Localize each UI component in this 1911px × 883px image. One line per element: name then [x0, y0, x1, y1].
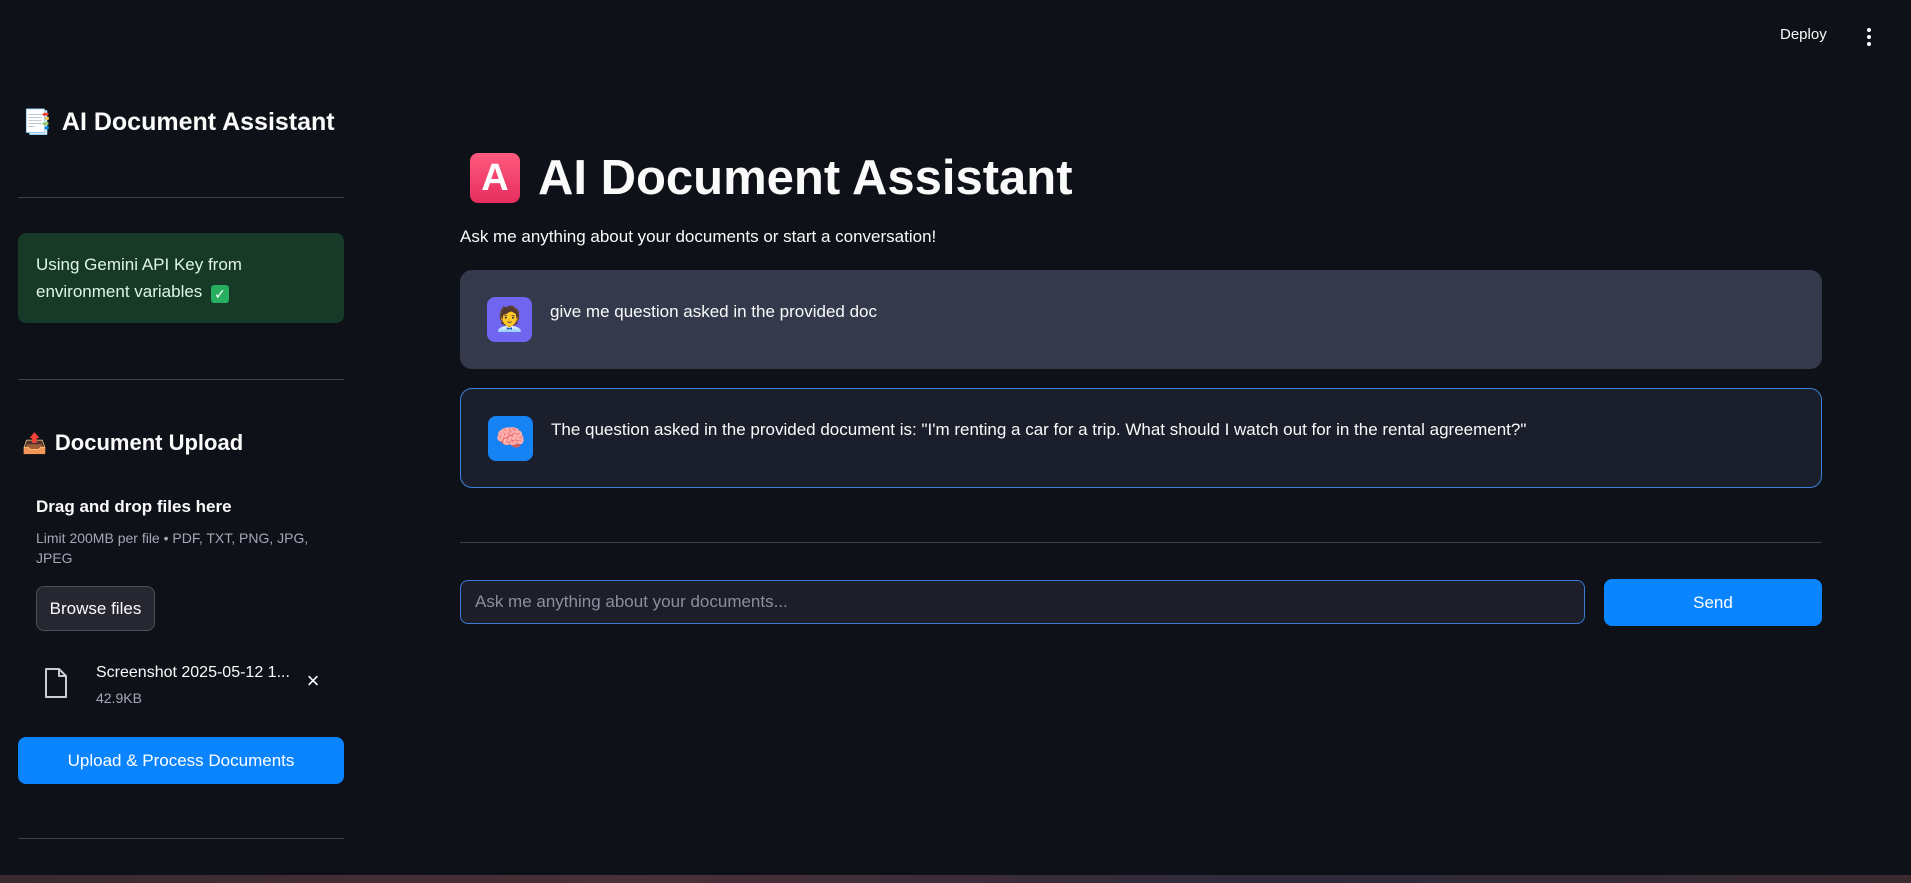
app-root: 📑 AI Document Assistant Using Gemini API… — [0, 0, 1911, 883]
brain-avatar-icon: 🧠 — [488, 416, 533, 461]
document-icon: 📑 — [22, 109, 52, 136]
divider — [460, 542, 1822, 543]
user-avatar-icon: 🧑‍💼 — [487, 297, 532, 342]
page-title: A AI Document Assistant — [470, 150, 1073, 206]
upload-section-title-text: Document Upload — [54, 430, 244, 455]
browse-files-button[interactable]: Browse files — [36, 586, 155, 631]
send-button[interactable]: Send — [1604, 579, 1822, 626]
divider — [18, 379, 344, 380]
uploaded-file-item: Screenshot 2025-05-12 1... 42.9KB × — [36, 660, 336, 712]
chat-input[interactable] — [460, 580, 1585, 624]
dropzone-limit-text: Limit 200MB per file • PDF, TXT, PNG, JP… — [36, 530, 309, 566]
sidebar: 📑 AI Document Assistant Using Gemini API… — [0, 0, 362, 883]
page-subtitle: Ask me anything about your documents or … — [460, 227, 937, 246]
vertical-ellipsis-icon[interactable] — [1862, 26, 1876, 48]
sidebar-title: 📑 AI Document Assistant — [22, 108, 335, 137]
chat-message-text: The question asked in the provided docum… — [551, 420, 1527, 439]
upload-process-button[interactable]: Upload & Process Documents — [18, 737, 344, 784]
check-icon: ✓ — [211, 285, 230, 303]
outbox-icon: 📤 — [22, 432, 47, 455]
divider — [18, 838, 344, 839]
sidebar-title-text: AI Document Assistant — [61, 108, 335, 136]
chat-message-text: give me question asked in the provided d… — [550, 302, 877, 321]
divider — [18, 197, 344, 198]
file-name: Screenshot 2025-05-12 1... — [96, 664, 290, 681]
upload-section-title: 📤 Document Upload — [22, 430, 243, 456]
dropzone-label[interactable]: Drag and drop files here — [36, 497, 232, 517]
close-icon[interactable]: × — [302, 670, 324, 692]
file-icon — [45, 668, 67, 698]
taskbar-edge — [0, 875, 1911, 883]
page-title-text: AI Document Assistant — [538, 151, 1073, 205]
deploy-button[interactable]: Deploy — [1780, 26, 1827, 43]
letter-a-icon: A — [470, 153, 520, 203]
chat-message-user: 🧑‍💼 give me question asked in the provid… — [460, 270, 1822, 369]
api-status-alert: Using Gemini API Key from environment va… — [18, 233, 344, 323]
chat-message-assistant: 🧠 The question asked in the provided doc… — [460, 388, 1822, 488]
file-size: 42.9KB — [96, 690, 142, 706]
